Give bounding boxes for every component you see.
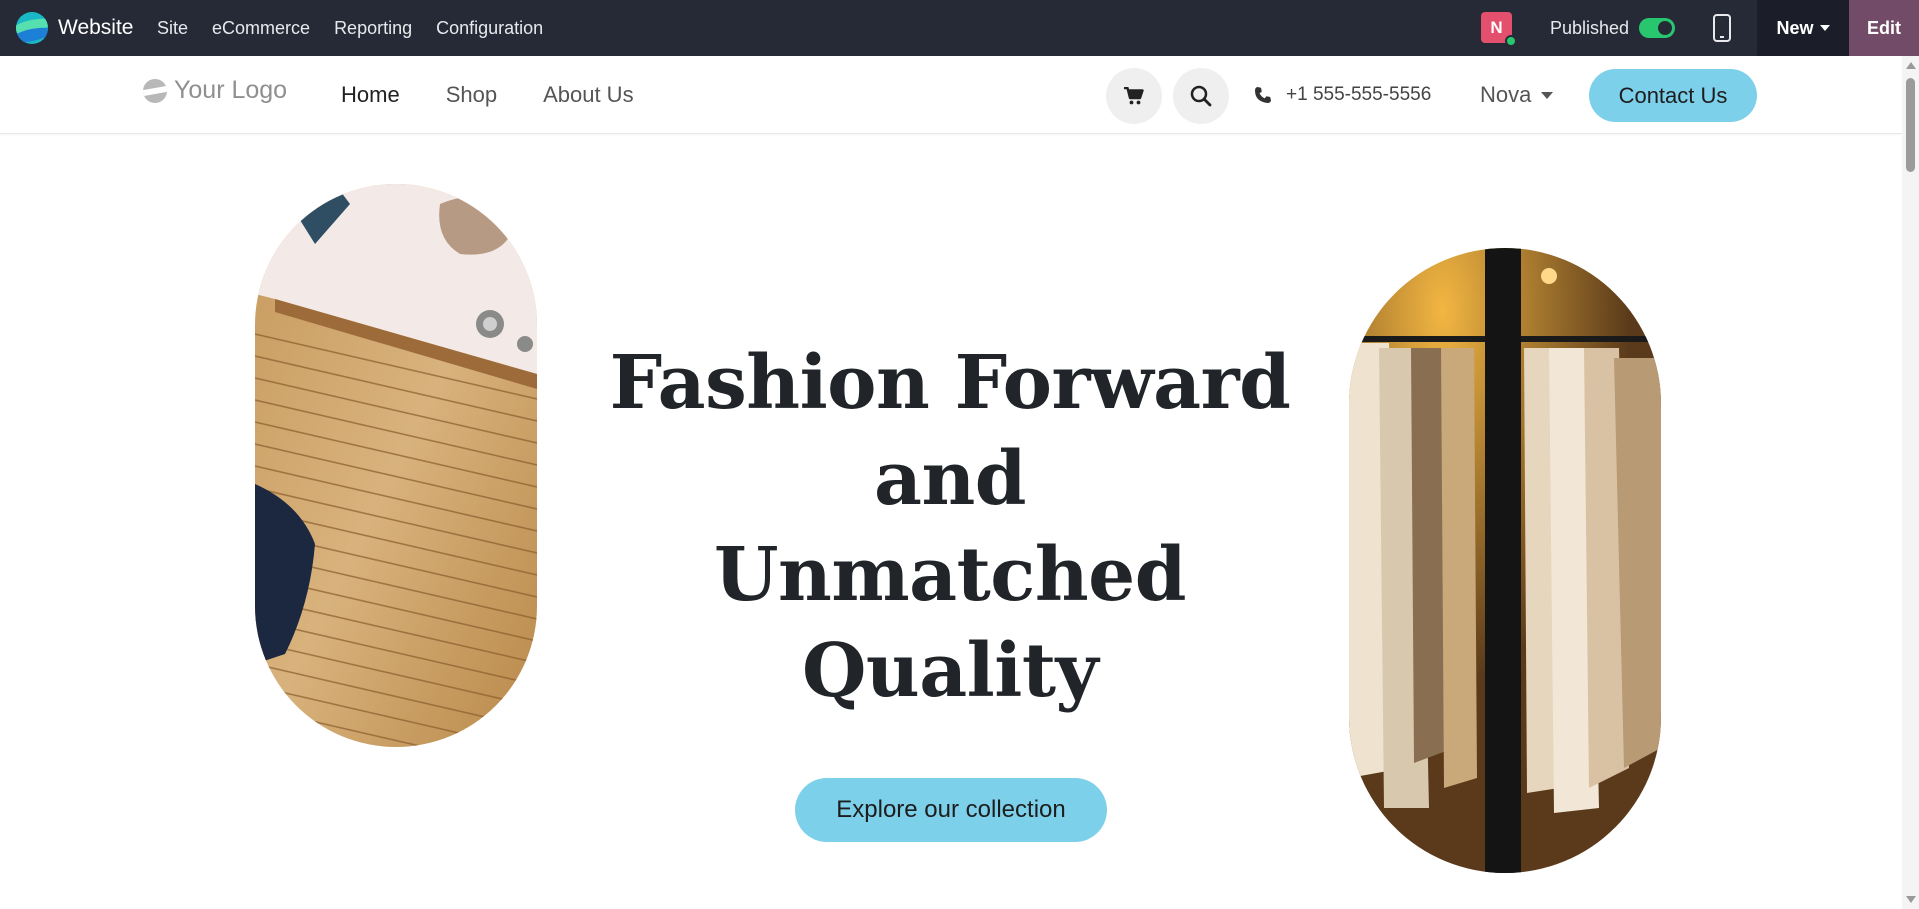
new-button[interactable]: New xyxy=(1757,0,1849,56)
caret-down-icon xyxy=(1819,25,1830,31)
hero-image-clothing-rack xyxy=(1349,248,1661,873)
published-control[interactable]: Published xyxy=(1550,0,1676,56)
clothing-rack-illustration xyxy=(1349,248,1661,873)
nav-home[interactable]: Home xyxy=(341,82,400,108)
hero-image-store-floor xyxy=(255,184,537,747)
admin-menu: Site eCommerce Reporting Configuration xyxy=(157,0,567,56)
published-label: Published xyxy=(1550,17,1630,38)
phone-icon xyxy=(1255,87,1271,103)
hero-title: Fashion Forward and Unmatched Quality xyxy=(600,335,1300,719)
shopping-cart-icon xyxy=(1124,87,1144,105)
phone-number: +1 555-555-5556 xyxy=(1286,84,1432,105)
nav-about-us[interactable]: About Us xyxy=(543,82,634,108)
language-selector[interactable]: Nova xyxy=(1480,56,1554,134)
menu-item-site[interactable]: Site xyxy=(157,18,188,39)
hero-title-line: and xyxy=(874,436,1027,522)
edit-button-label: Edit xyxy=(1867,17,1901,38)
main-nav: Home Shop About Us xyxy=(341,56,680,134)
menu-item-ecommerce[interactable]: eCommerce xyxy=(212,18,310,39)
app-name: Website xyxy=(58,16,134,39)
new-button-label: New xyxy=(1776,17,1814,38)
search-button[interactable] xyxy=(1173,68,1229,124)
app-brand[interactable]: Website xyxy=(16,9,133,47)
scroll-up-arrow-icon[interactable] xyxy=(1906,62,1916,69)
language-label: Nova xyxy=(1480,82,1532,107)
admin-topbar: Website Site eCommerce Reporting Configu… xyxy=(0,0,1919,56)
scroll-down-arrow-icon[interactable] xyxy=(1906,896,1916,903)
site-header: Your Logo Home Shop About Us +1 555-555-… xyxy=(0,56,1902,134)
mobile-preview-icon[interactable] xyxy=(1713,14,1731,42)
edit-button[interactable]: Edit xyxy=(1849,0,1919,56)
caret-down-icon xyxy=(1541,91,1554,99)
logo-text: Your Logo xyxy=(174,76,288,104)
website-app-icon xyxy=(16,12,48,44)
scrollbar-thumb[interactable] xyxy=(1906,78,1915,172)
hero-title-line: Fashion Forward xyxy=(609,340,1291,426)
user-avatar[interactable]: N xyxy=(1481,12,1517,47)
online-status-dot xyxy=(1505,35,1517,47)
hero-title-line: Unmatched xyxy=(714,532,1186,618)
published-toggle[interactable] xyxy=(1639,18,1676,38)
search-icon xyxy=(1190,85,1212,107)
avatar-initial: N xyxy=(1490,17,1503,37)
menu-item-reporting[interactable]: Reporting xyxy=(334,18,412,39)
cart-button[interactable] xyxy=(1106,68,1162,124)
store-floor-illustration xyxy=(255,184,537,747)
explore-collection-button[interactable]: Explore our collection xyxy=(795,778,1107,842)
nav-shop[interactable]: Shop xyxy=(446,82,497,108)
phone-link[interactable]: +1 555-555-5556 xyxy=(1254,56,1431,134)
site-logo[interactable]: Your Logo xyxy=(143,76,287,105)
logo-icon xyxy=(143,78,167,103)
menu-item-configuration[interactable]: Configuration xyxy=(436,18,543,39)
contact-us-label: Contact Us xyxy=(1618,82,1728,108)
contact-us-button[interactable]: Contact Us xyxy=(1589,69,1757,122)
page-scrollbar[interactable] xyxy=(1902,56,1919,909)
explore-collection-label: Explore our collection xyxy=(836,796,1066,823)
hero-title-line: Quality xyxy=(801,628,1099,714)
